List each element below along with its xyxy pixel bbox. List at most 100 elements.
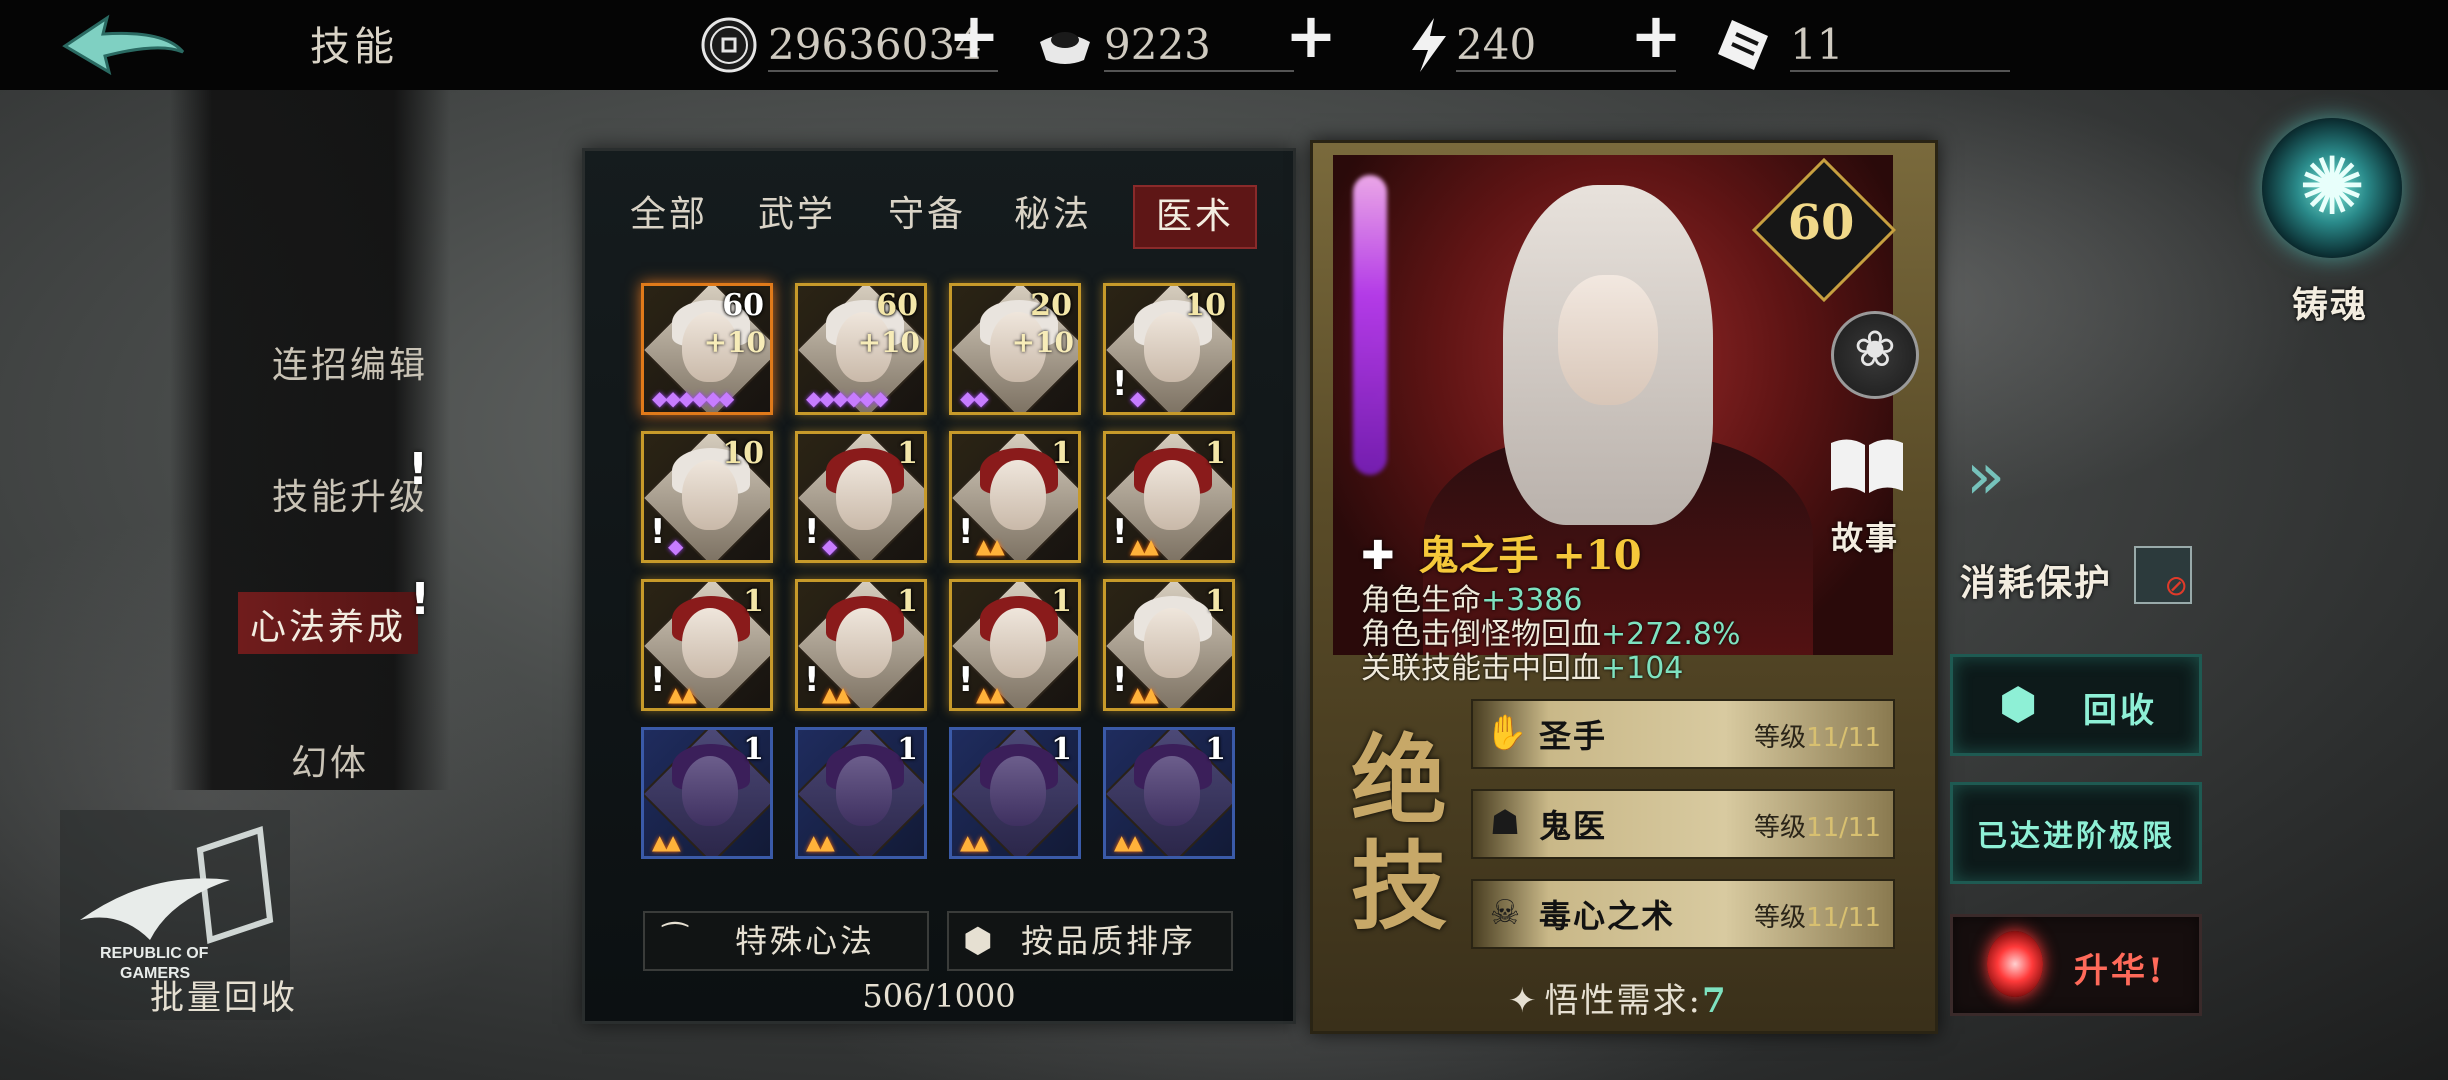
- gem-row: ▲▲: [976, 682, 1005, 706]
- gem-row: ◆: [1130, 386, 1145, 410]
- alert-badge: !: [650, 512, 666, 552]
- passive-skill-ghost-doctor[interactable]: ☗ 鬼医 等级11/11: [1471, 789, 1895, 859]
- card-level: 1: [897, 584, 918, 619]
- card-level: 20: [1030, 288, 1072, 323]
- recycle-label: 回收: [2083, 691, 2157, 731]
- lineage-emblem-icon[interactable]: [1831, 311, 1919, 399]
- stat-row: 关联技能击中回血+104: [1361, 643, 1683, 687]
- card-level: 1: [897, 436, 918, 471]
- forge-soul-label[interactable]: 铸魂: [2292, 276, 2368, 328]
- eye-closed-icon: ⁀: [663, 923, 691, 958]
- alert-badge: !: [650, 660, 666, 700]
- level-label: 等级: [1754, 813, 1807, 843]
- portrait-face: [1558, 275, 1658, 405]
- passive-level: 等级11/11: [1754, 717, 1881, 754]
- menu-combo-edit[interactable]: 连招编辑: [240, 336, 460, 388]
- skill-card[interactable]: 1! ▲▲: [795, 579, 927, 711]
- add-ingots-button[interactable]: +: [1285, 5, 1337, 67]
- passive-skill-holy-hand[interactable]: ✋ 圣手 等级11/11: [1471, 699, 1895, 769]
- stamina-value: 240: [1456, 20, 1537, 69]
- skill-card[interactable]: 1! ▲▲: [1103, 431, 1235, 563]
- skill-card[interactable]: 1 ▲▲: [795, 727, 927, 859]
- passive-name: 毒心之术: [1539, 897, 1676, 935]
- skill-name: 鬼之手: [1418, 532, 1539, 579]
- gem-row: ▲▲: [960, 830, 989, 854]
- tab-medicine[interactable]: 医术: [1133, 185, 1257, 249]
- skill-card[interactable]: 60 +10 ◆◆◆◆◆◆: [641, 283, 773, 415]
- medical-cross-icon: ✚: [1361, 533, 1395, 579]
- passive-name: 圣手: [1539, 717, 1608, 755]
- skill-card[interactable]: 1 ▲▲: [1103, 727, 1235, 859]
- gem-row: ▲▲: [806, 830, 835, 854]
- currency-ingots: 9223: [1036, 8, 1316, 82]
- alert-badge: !: [1112, 512, 1128, 552]
- ticket-icon: [1718, 20, 1768, 70]
- alert-badge: !: [410, 574, 431, 625]
- portrait-face: [1144, 460, 1200, 530]
- batch-recycle-button[interactable]: 批量回收: [150, 970, 298, 1019]
- skill-card[interactable]: 1 ▲▲: [641, 727, 773, 859]
- skill-card[interactable]: 10! ◆: [641, 431, 773, 563]
- add-stamina-button[interactable]: +: [1630, 5, 1682, 67]
- passive-skill-poison-heart[interactable]: ☠ 毒心之术 等级11/11: [1471, 879, 1895, 949]
- menu-phantom[interactable]: 幻体: [220, 734, 440, 786]
- skill-card[interactable]: 1! ▲▲: [949, 431, 1081, 563]
- book-icon[interactable]: [1827, 435, 1907, 495]
- sort-by-quality-button[interactable]: ⬢ 按品质排序: [947, 911, 1233, 971]
- tab-defense[interactable]: 守备: [867, 185, 987, 245]
- alert-badge: !: [408, 444, 429, 495]
- card-level: 1: [743, 584, 764, 619]
- consume-protection-checkbox[interactable]: [2134, 546, 2192, 604]
- page-title: 技能: [310, 24, 398, 70]
- skill-card[interactable]: 1! ▲▲: [949, 579, 1081, 711]
- menu-mindset-cultivation[interactable]: 心法养成: [218, 598, 438, 650]
- story-button[interactable]: 故事: [1831, 513, 1899, 559]
- portrait-face: [836, 460, 892, 530]
- insight-requirement: ✦ 悟性需求:7: [1508, 973, 1728, 1022]
- skill-card[interactable]: 10! ◆: [1103, 283, 1235, 415]
- card-level: 1: [1051, 436, 1072, 471]
- skill-card[interactable]: 60 +10 ◆◆◆◆◆◆: [795, 283, 927, 415]
- level-number: 60: [1787, 195, 1855, 251]
- divider: [1104, 70, 1294, 72]
- card-level: 1: [897, 732, 918, 767]
- skill-card[interactable]: 1! ▲▲: [641, 579, 773, 711]
- max-advance-label: 已达进阶极限: [1977, 819, 2175, 854]
- ticket-value: 11: [1790, 20, 1844, 69]
- skill-card[interactable]: 1! ◆: [795, 431, 927, 563]
- cube-icon: ⬢: [963, 921, 996, 961]
- portrait-face: [990, 608, 1046, 678]
- add-coins-button[interactable]: +: [948, 5, 1000, 67]
- ingot-value: 9223: [1104, 20, 1211, 69]
- tab-secret-arts[interactable]: 秘法: [993, 185, 1113, 245]
- alert-badge: !: [1112, 364, 1128, 404]
- alert-badge: !: [1112, 660, 1128, 700]
- tab-all[interactable]: 全部: [609, 185, 729, 245]
- insight-value: 7: [1701, 981, 1728, 1021]
- back-arrow-icon[interactable]: [55, 12, 190, 78]
- sparkle-icon: ✦: [1508, 981, 1539, 1021]
- gem-row: ▲▲: [668, 682, 697, 706]
- gem-row: ▲▲: [1114, 830, 1143, 854]
- skill-card[interactable]: 1! ▲▲: [1103, 579, 1235, 711]
- forge-soul-icon[interactable]: [2262, 118, 2402, 258]
- card-level: 1: [1205, 584, 1226, 619]
- skill-card[interactable]: 1 ▲▲: [949, 727, 1081, 859]
- coin-icon: [701, 17, 757, 73]
- alert-badge: !: [804, 660, 820, 700]
- recycle-button[interactable]: ⬢ 回收: [1950, 654, 2202, 756]
- level-value: 11/11: [1806, 903, 1881, 933]
- card-plus: +10: [703, 326, 766, 359]
- portrait-face: [836, 608, 892, 678]
- special-mindset-button[interactable]: ⁀ 特殊心法: [643, 911, 929, 971]
- svg-text:REPUBLIC OF: REPUBLIC OF: [100, 945, 209, 962]
- consume-protection-label: 消耗保护: [1960, 562, 2113, 604]
- card-level: 1: [1205, 732, 1226, 767]
- sublimate-button[interactable]: 升华!: [1950, 914, 2202, 1016]
- gem-row: ◆: [822, 534, 837, 558]
- gem-row: ◆◆◆◆◆◆: [806, 386, 888, 410]
- tab-martial[interactable]: 武学: [737, 185, 857, 245]
- gem-row: ◆◆◆◆◆◆: [652, 386, 734, 410]
- skill-card[interactable]: 20 +10 ◆◆: [949, 283, 1081, 415]
- max-advance-button[interactable]: 已达进阶极限: [1950, 782, 2202, 884]
